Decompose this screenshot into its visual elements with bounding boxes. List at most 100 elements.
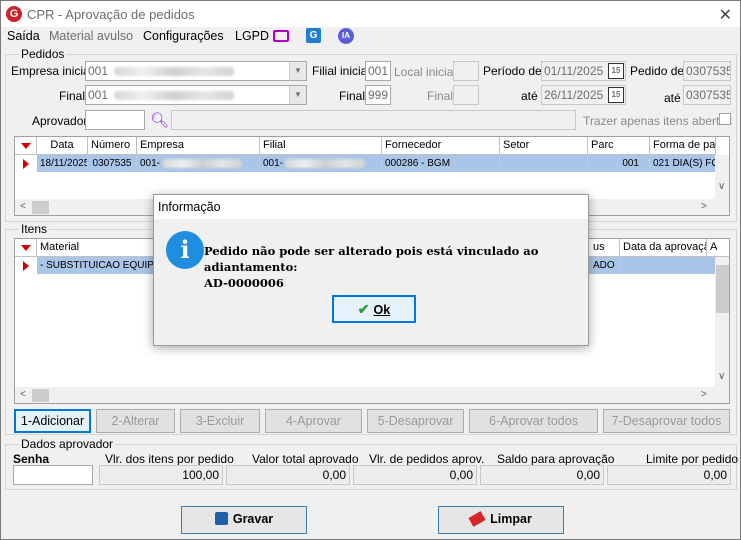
title-bar: G CPR - Aprovação de pedidos ✕ <box>1 1 740 27</box>
info-dialog: Informação i Pedido não pode ser alterad… <box>153 194 589 346</box>
ia-icon[interactable]: IA <box>338 28 354 44</box>
pedido-de-label: Pedido de <box>630 64 685 78</box>
col-filial[interactable]: Filial <box>260 137 382 155</box>
col-a[interactable]: A <box>707 239 729 257</box>
vertical-scrollbar[interactable]: ∨ <box>715 155 729 199</box>
col-status[interactable]: us <box>590 239 620 257</box>
limite-label: Limite por pedido <box>646 452 739 466</box>
scroll-thumb[interactable] <box>32 389 49 402</box>
cell-fornecedor: 000286 - BGM <box>382 155 500 172</box>
aprovador-input[interactable] <box>85 110 145 130</box>
senha-label: Senha <box>13 452 50 466</box>
menu-bar: Saída Material avulso Configurações LGPD… <box>1 27 740 47</box>
cell-empresa: 001- <box>137 155 260 172</box>
dialog-body: i Pedido não pode ser alterado pois está… <box>154 219 588 345</box>
ok-button[interactable]: ✔ Ok <box>332 295 416 323</box>
chevron-right-icon[interactable]: > <box>701 389 707 400</box>
empresa-final-combo[interactable]: 001 ▼ <box>85 85 307 105</box>
filial-inicial-input[interactable]: 001 <box>365 61 391 81</box>
filial-final-label: Final <box>339 89 366 103</box>
filial-final-input[interactable]: 999 <box>365 85 391 105</box>
valor-total-label: Valor total aprovado <box>252 452 359 466</box>
periodo-de-label: Período de <box>483 64 542 78</box>
valor-total-value: 0,00 <box>226 465 350 485</box>
chevron-down-icon[interactable]: ▼ <box>289 62 306 80</box>
empresa-inicial-combo[interactable]: 001 ▼ <box>85 61 307 81</box>
checkmark-icon: ✔ <box>357 301 370 317</box>
local-final-input[interactable] <box>453 85 479 105</box>
chevron-left-icon[interactable]: < <box>20 389 26 400</box>
aprovar-button[interactable]: 4-Aprovar <box>265 409 362 433</box>
monitor-icon[interactable] <box>273 30 289 42</box>
cell-setor <box>500 155 588 172</box>
adicionar-button[interactable]: 1-Adicionar <box>14 409 91 433</box>
window-title: CPR - Aprovação de pedidos <box>27 7 195 22</box>
close-icon[interactable]: ✕ <box>719 5 732 25</box>
row-pointer-icon <box>23 261 29 271</box>
alterar-button[interactable]: 2-Alterar <box>96 409 175 433</box>
grid-header-marker <box>15 239 37 257</box>
save-icon <box>214 512 228 525</box>
trazer-itens-abertos-label: Trazer apenas itens abertos <box>583 114 732 128</box>
pedido-de-input[interactable]: 0307535 <box>683 61 731 81</box>
local-inicial-input[interactable] <box>453 61 479 81</box>
chevron-down-icon[interactable]: ∨ <box>718 371 725 382</box>
col-fornecedor[interactable]: Fornecedor <box>382 137 500 155</box>
col-data[interactable]: Data <box>37 137 88 155</box>
desaprovar-button[interactable]: 5-Desaprovar <box>367 409 464 433</box>
chevron-down-icon[interactable]: ∨ <box>718 181 725 192</box>
horizontal-scrollbar[interactable]: < > <box>15 387 729 403</box>
limite-value: 0,00 <box>607 465 731 485</box>
menu-lgpd[interactable]: LGPD <box>235 29 269 43</box>
senha-input[interactable] <box>13 465 93 485</box>
sort-down-icon <box>21 245 31 251</box>
sort-down-icon <box>21 143 31 149</box>
g-icon[interactable]: G <box>306 28 321 43</box>
scroll-thumb[interactable] <box>32 201 49 214</box>
limpar-button[interactable]: Limpar <box>438 506 564 534</box>
col-numero[interactable]: Número <box>88 137 137 155</box>
pedidos-group-label: Pedidos <box>19 47 67 61</box>
periodo-ate-input[interactable]: 26/11/2025 15 <box>541 85 626 105</box>
aprovador-label: Aprovador <box>32 114 88 128</box>
chevron-down-icon[interactable]: ▼ <box>289 86 306 104</box>
col-empresa[interactable]: Empresa <box>137 137 260 155</box>
menu-material-avulso[interactable]: Material avulso <box>49 29 133 43</box>
dados-aprovador-label: Dados aprovador <box>19 437 116 451</box>
chevron-left-icon[interactable]: < <box>20 201 26 212</box>
filial-inicial-label: Filial inicial <box>312 64 371 78</box>
vertical-scrollbar[interactable]: ∨ <box>715 257 729 387</box>
calendar-icon[interactable]: 15 <box>608 63 624 79</box>
col-forma-pagamento[interactable]: Forma de paga <box>650 137 716 155</box>
periodo-de-input[interactable]: 01/11/2025 15 <box>541 61 626 81</box>
local-final-label: Final <box>427 89 454 103</box>
trazer-itens-abertos-checkbox[interactable] <box>719 113 731 125</box>
vlr-itens-label: Vlr. dos itens por pedido <box>105 452 234 466</box>
aprovador-nome-input <box>171 110 576 130</box>
vlr-pedidos-label: Vlr. de pedidos aprov. <box>369 452 485 466</box>
col-setor[interactable]: Setor <box>500 137 588 155</box>
grid-header-marker <box>15 137 37 155</box>
menu-saida[interactable]: Saída <box>7 29 40 43</box>
menu-configuracoes[interactable]: Configurações <box>143 29 224 43</box>
info-icon: i <box>166 231 204 269</box>
chevron-right-icon[interactable]: > <box>701 201 707 212</box>
vlr-itens-value: 100,00 <box>99 465 223 485</box>
excluir-button[interactable]: 3-Excluir <box>180 409 260 433</box>
scroll-thumb[interactable] <box>716 265 729 313</box>
gravar-button[interactable]: Gravar <box>181 506 307 534</box>
periodo-ate-label: até <box>521 89 538 103</box>
calendar-icon[interactable]: 15 <box>608 87 624 103</box>
desaprovar-todos-button[interactable]: 7-Desaprovar todos <box>603 409 730 433</box>
cell-data: 18/11/2025 <box>37 155 88 172</box>
dialog-title: Informação <box>154 195 588 219</box>
aprovar-todos-button[interactable]: 6-Aprovar todos <box>469 409 598 433</box>
col-parc[interactable]: Parc <box>588 137 650 155</box>
eraser-icon <box>468 511 486 527</box>
cell-filial: 001- <box>260 155 382 172</box>
pedido-ate-label: até <box>664 91 681 105</box>
search-icon[interactable]: 🔍︎ <box>150 111 169 129</box>
col-data-aprovacao[interactable]: Data da aprovação <box>620 239 707 257</box>
vlr-pedidos-value: 0,00 <box>353 465 477 485</box>
pedido-ate-input[interactable]: 0307535 <box>683 85 731 105</box>
